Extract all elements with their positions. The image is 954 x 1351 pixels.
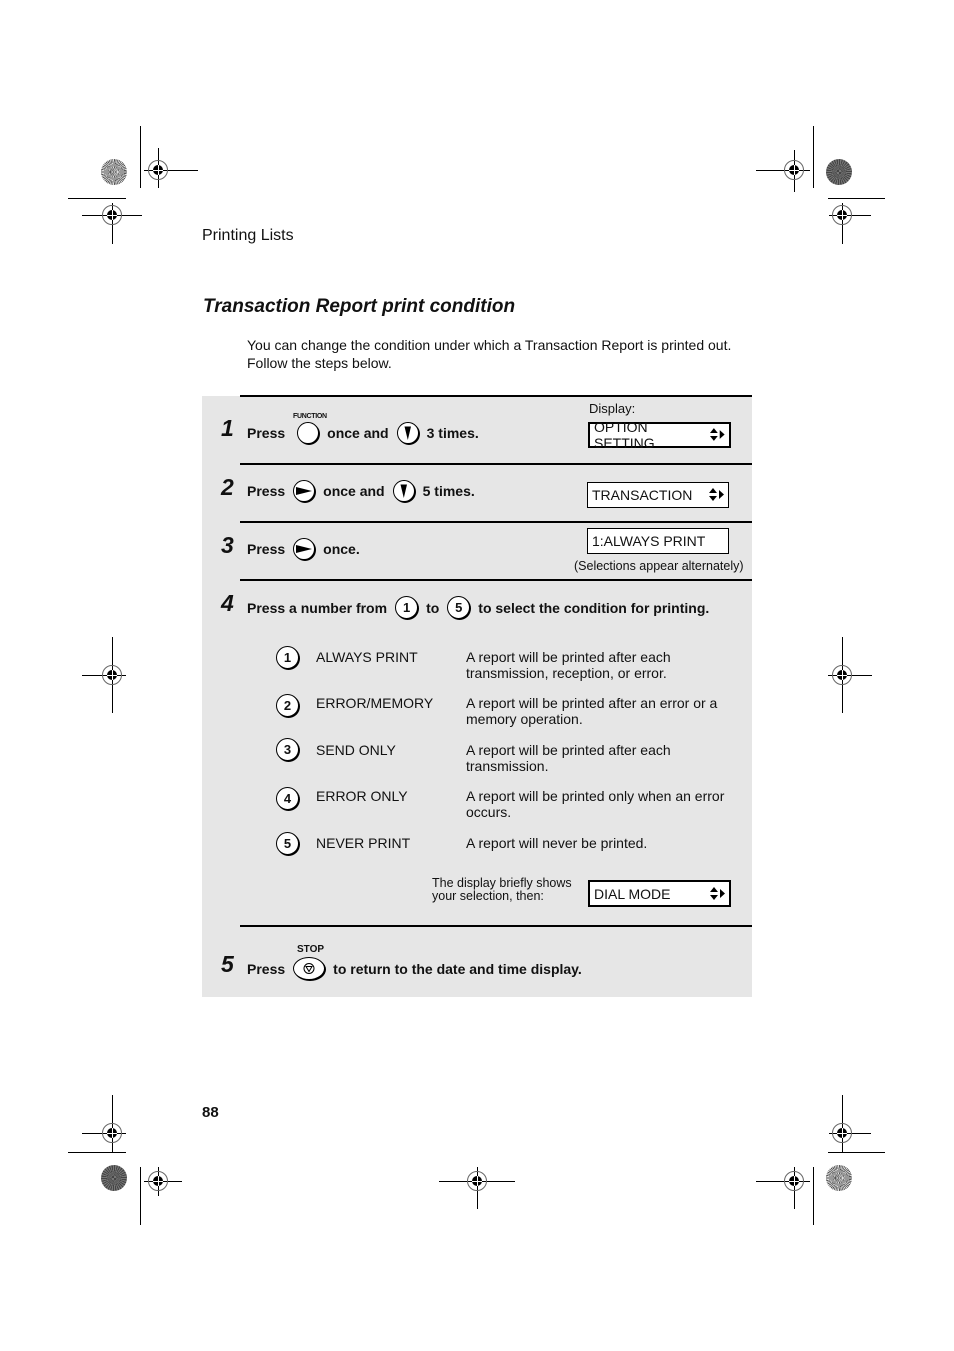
crop-line [828,1152,885,1153]
section-header: Printing Lists [202,227,294,244]
lcd-text: TRANSACTION [592,487,693,503]
function-key-label: FUNCTION [293,413,327,420]
step-divider [240,463,752,465]
page-number: 88 [202,1104,219,1121]
option-name: SEND ONLY [316,742,396,758]
registration-spinner-icon [826,1165,852,1191]
step-text: Press [247,960,286,977]
desc-line: occurs. [466,804,512,820]
step-divider [240,579,752,581]
step-text: once. [323,541,360,557]
step-text: once and [323,483,385,499]
option-description: A report will be printed after an error … [466,695,746,727]
registration-spinner-icon [101,159,127,185]
crop-line [828,198,885,199]
stop-key-label: STOP [297,944,325,955]
desc-line: A report will be printed only when an er… [466,788,725,804]
number-key-icon: 2 [276,694,299,717]
step-divider [240,521,752,523]
option-description: A report will be printed after each tran… [466,649,746,681]
step-text: Press a number from [247,599,388,616]
option-name: ERROR/MEMORY [316,695,434,711]
lcd-text: 1:ALWAYS PRINT [592,533,706,549]
step-number: 2 [221,474,234,500]
step-text: once and [327,425,389,441]
option-description: A report will be printed after each tran… [466,742,746,774]
step-divider [240,395,752,397]
step-text: 3 times. [426,425,479,441]
desc-line: transmission. [466,758,549,774]
lcd-display: 1:ALWAYS PRINT [587,528,729,554]
selections-note: (Selections appear alternately) [574,559,744,573]
step-text: Press [247,541,286,557]
crop-line [140,1167,141,1225]
display-label: Display: [589,401,636,416]
function-key-icon [297,422,320,444]
scroll-arrows-icon [709,488,724,501]
scroll-arrows-icon [710,428,725,441]
number-key-icon: 3 [276,738,299,761]
option-name: NEVER PRINT [316,835,411,851]
number-key-icon: 5 [276,832,299,855]
intro-line: You can change the condition under which… [247,337,732,353]
page-title: Transaction Report print condition [203,296,516,317]
crop-line [140,126,141,188]
step-divider [240,925,752,927]
stop-key-icon [293,957,326,980]
registration-spinner-icon [826,159,852,185]
number-key-5-icon: 5 [447,596,471,619]
option-description: A report will be printed only when an er… [466,788,746,820]
option-name: ALWAYS PRINT [316,649,418,665]
down-arrow-key-icon [396,422,419,444]
step-text: to return to the date and time display. [333,960,582,977]
step-text: Press [247,483,286,499]
desc-line: memory operation. [466,711,583,727]
registration-spinner-icon [101,1165,127,1191]
scroll-arrows-icon [710,886,725,900]
desc-line: A report will be printed after each [466,649,671,665]
crop-line [813,1167,814,1225]
crop-line [68,198,126,199]
option-description: A report will never be printed. [466,835,746,851]
step-text: to select the condition for printing. [478,599,710,616]
number-key-1-icon: 1 [395,596,419,619]
desc-line: A report will be printed after an error … [466,695,718,711]
right-arrow-key-icon [293,538,316,560]
lcd-text: OPTION SETTING [594,419,655,451]
crop-line [813,126,814,188]
lcd-display: TRANSACTION [587,482,729,508]
step-text: to [426,599,440,616]
desc-line: A report will be printed after each [466,742,671,758]
step-number: 3 [221,532,234,558]
desc-line: transmission, reception, or error. [466,665,667,681]
number-key-icon: 4 [276,787,299,810]
desc-line: A report will never be printed. [466,835,648,851]
lcd-text: DIAL MODE [594,885,671,902]
step-text: 5 times. [422,483,475,499]
step-number: 4 [221,590,234,616]
down-arrow-key-icon [392,480,415,502]
after-selection-note: The display briefly shows your selection… [432,877,572,903]
crop-line [68,1152,126,1153]
lcd-display: OPTION SETTING [588,419,731,451]
option-name: ERROR ONLY [316,788,408,804]
intro-line: Follow the steps below. [247,355,392,371]
lcd-display: DIAL MODE [588,880,731,907]
intro-paragraph: You can change the condition under which… [247,336,757,372]
number-key-icon: 1 [276,646,299,669]
step-number: 1 [221,415,234,441]
right-arrow-key-icon [293,480,316,502]
step-number: 5 [221,951,234,977]
step-text: Press [247,425,286,441]
note-line: your selection, then: [432,889,544,903]
